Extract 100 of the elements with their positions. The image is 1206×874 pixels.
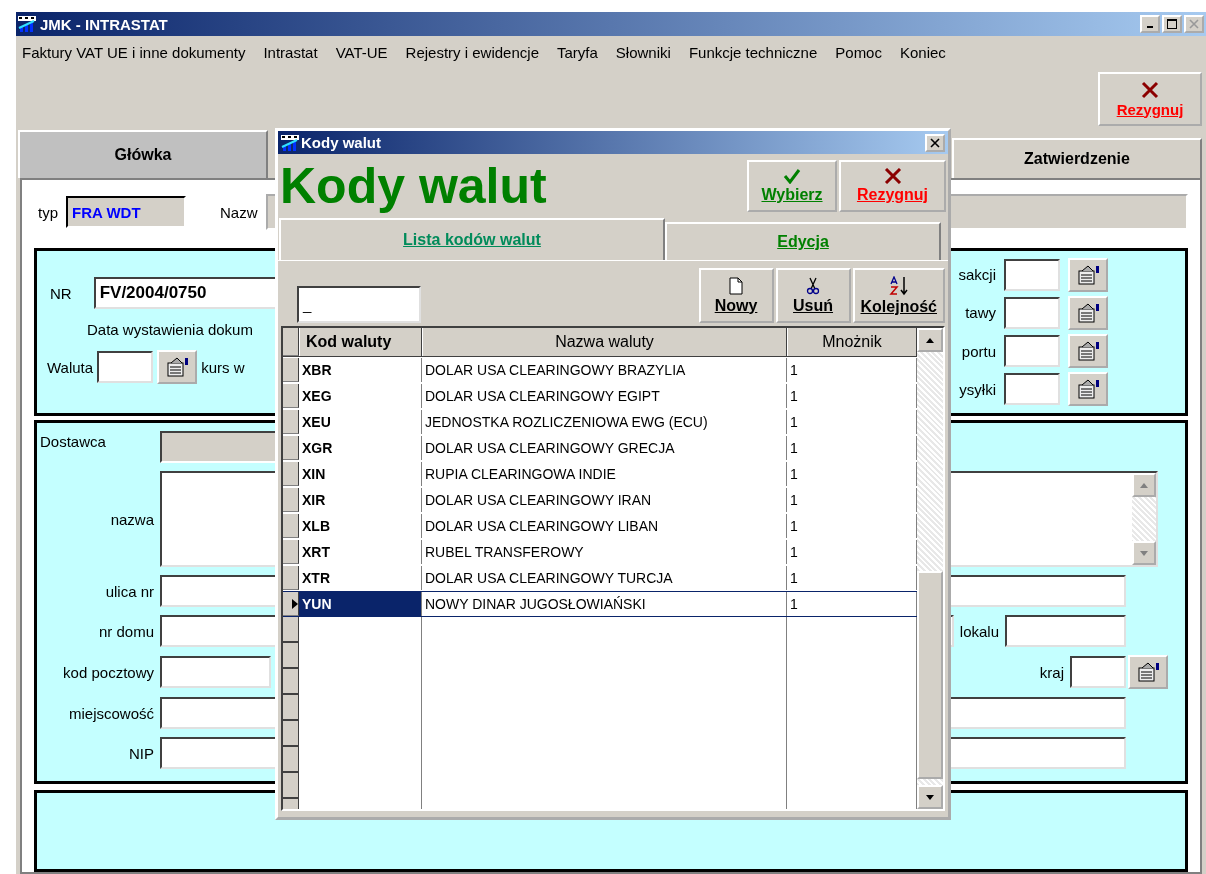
- menu-item[interactable]: Rejestry i ewidencje: [405, 43, 539, 61]
- sort-icon: [887, 275, 910, 296]
- table-cell: YUN: [299, 592, 422, 616]
- menu-item[interactable]: Intrastat: [263, 43, 318, 61]
- table-row[interactable]: XTR DOLAR USA CLEARINGOWY TURCJA 1: [283, 565, 917, 591]
- table-cell: XEU: [299, 410, 422, 434]
- table-row[interactable]: XIR DOLAR USA CLEARINGOWY IRAN 1: [283, 487, 917, 513]
- dialog-title: Kody walut: [301, 134, 381, 151]
- table-row[interactable]: XLB DOLAR USA CLEARINGOWY LIBAN 1: [283, 513, 917, 539]
- menu-item[interactable]: Taryfa: [557, 43, 598, 61]
- input-field[interactable]: [160, 656, 271, 688]
- lookup-button[interactable]: [157, 350, 198, 384]
- table-cell: XTR: [299, 566, 422, 590]
- window-title: JMK - INTRASTAT: [40, 15, 168, 33]
- sort-button[interactable]: Kolejność: [852, 268, 945, 323]
- maximize-icon: [1167, 19, 1177, 29]
- list-icon: [1076, 302, 1100, 323]
- column-header[interactable]: Nazwa waluty: [422, 328, 787, 356]
- field-label: NR: [50, 284, 72, 302]
- list-icon: [1076, 341, 1100, 362]
- table-cell: DOLAR USA CLEARINGOWY EGIPT: [422, 384, 787, 408]
- table-cell: RUBEL TRANSFEROWY: [422, 540, 787, 564]
- table-row[interactable]: XEU JEDNOSTKA ROZLICZENIOWA EWG (ECU) 1: [283, 409, 917, 435]
- maximize-button[interactable]: [1162, 15, 1182, 33]
- field-label: miejscowość: [67, 704, 155, 722]
- field-label: tawy: [964, 304, 996, 322]
- section-label: Dostawca: [40, 432, 107, 450]
- table-cell: JEDNOSTKA ROZLICZENIOWA EWG (ECU): [422, 410, 787, 434]
- type-field: FRA WDT: [66, 196, 186, 228]
- minimize-icon: [1147, 26, 1153, 28]
- checkmark-icon: [783, 168, 801, 184]
- table-cell: DOLAR USA CLEARINGOWY LIBAN: [422, 514, 787, 538]
- field-label: typ: [38, 203, 58, 221]
- code-field[interactable]: [1004, 335, 1060, 368]
- menu-item[interactable]: Słowniki: [615, 43, 671, 61]
- field-label: ysyłki: [958, 380, 996, 398]
- list-icon: [1076, 379, 1100, 400]
- minimize-button[interactable]: [1140, 15, 1160, 33]
- currency-field[interactable]: [97, 351, 154, 383]
- close-button[interactable]: [925, 133, 945, 152]
- dialog-heading: Kody walut: [280, 161, 547, 211]
- app-icon: [281, 134, 299, 151]
- delete-button[interactable]: Usuń: [775, 268, 851, 323]
- field-label: Nazw: [220, 203, 258, 221]
- lookup-button[interactable]: [1068, 372, 1108, 407]
- column-header[interactable]: Kod waluty: [299, 328, 422, 356]
- menu-item[interactable]: Funkcje techniczne: [688, 43, 818, 61]
- field-label: ulica nr: [104, 582, 155, 600]
- app-icon: [18, 16, 36, 32]
- list-icon: [1076, 264, 1100, 285]
- code-field[interactable]: [1004, 296, 1060, 329]
- field-label: kurs w: [201, 358, 245, 376]
- field-label: sakcji: [957, 266, 996, 284]
- table-row[interactable]: XIN RUPIA CLEARINGOWA INDIE 1: [283, 461, 917, 487]
- table-cell: XIN: [299, 462, 422, 486]
- field-label: lokalu: [959, 622, 999, 640]
- new-button[interactable]: Nowy: [698, 268, 774, 323]
- search-field[interactable]: _: [297, 286, 421, 323]
- table-cell: XLB: [299, 514, 422, 538]
- list-icon: [165, 357, 190, 377]
- input-field[interactable]: [1070, 656, 1126, 688]
- field-label: kod pocztowy: [62, 663, 155, 681]
- scroll-up-icon: [1140, 482, 1148, 488]
- lookup-button[interactable]: [1068, 334, 1108, 369]
- input-field[interactable]: [1005, 615, 1126, 647]
- lookup-button[interactable]: [1068, 257, 1108, 292]
- field-label: nazwa: [109, 510, 155, 528]
- table-row[interactable]: XBR DOLAR USA CLEARINGOWY BRAZYLIA 1: [283, 357, 917, 383]
- lookup-button[interactable]: [1128, 655, 1168, 689]
- field-label: kraj: [1039, 663, 1064, 681]
- table-cell: DOLAR USA CLEARINGOWY BRAZYLIA: [422, 358, 787, 382]
- code-field[interactable]: [1004, 258, 1060, 291]
- row-pointer-icon: [292, 598, 298, 609]
- tab[interactable]: Główka: [18, 130, 268, 178]
- table-cell: XRT: [299, 540, 422, 564]
- field-label: Data wystawienia dokum: [86, 321, 254, 338]
- table-row[interactable]: XRT RUBEL TRANSFEROWY 1: [283, 539, 917, 565]
- document-icon: [729, 276, 744, 295]
- field-label: Waluta: [47, 358, 94, 376]
- table-cell: NOWY DINAR JUGOSŁOWIAŃSKI: [422, 592, 787, 616]
- menu-item[interactable]: Pomoc: [835, 43, 882, 61]
- menu-item[interactable]: Koniec: [899, 43, 946, 61]
- menu-item[interactable]: Faktury VAT UE i inne dokumenty: [22, 43, 246, 61]
- scrollbar[interactable]: [1132, 473, 1156, 565]
- cross-icon: [883, 168, 902, 184]
- table-row[interactable]: XGR DOLAR USA CLEARINGOWY GRECJA 1: [283, 435, 917, 461]
- table-cell: XIR: [299, 488, 422, 512]
- table-cell: XGR: [299, 436, 422, 460]
- table-row[interactable]: YUN NOWY DINAR JUGOSŁOWIAŃSKI 1: [283, 591, 917, 617]
- scroll-down-icon: [1140, 550, 1148, 556]
- scrollbar[interactable]: [917, 328, 943, 809]
- tab[interactable]: Zatwierdzenie: [952, 138, 1202, 178]
- close-icon: [1189, 19, 1199, 29]
- table-cell: XBR: [299, 358, 422, 382]
- menu-item[interactable]: VAT-UE: [335, 43, 388, 61]
- table-cell: DOLAR USA CLEARINGOWY IRAN: [422, 488, 787, 512]
- lookup-button[interactable]: [1068, 295, 1108, 330]
- code-field[interactable]: [1004, 373, 1060, 406]
- table-cell: XEG: [299, 384, 422, 408]
- table-row[interactable]: XEG DOLAR USA CLEARINGOWY EGIPT 1: [283, 383, 917, 409]
